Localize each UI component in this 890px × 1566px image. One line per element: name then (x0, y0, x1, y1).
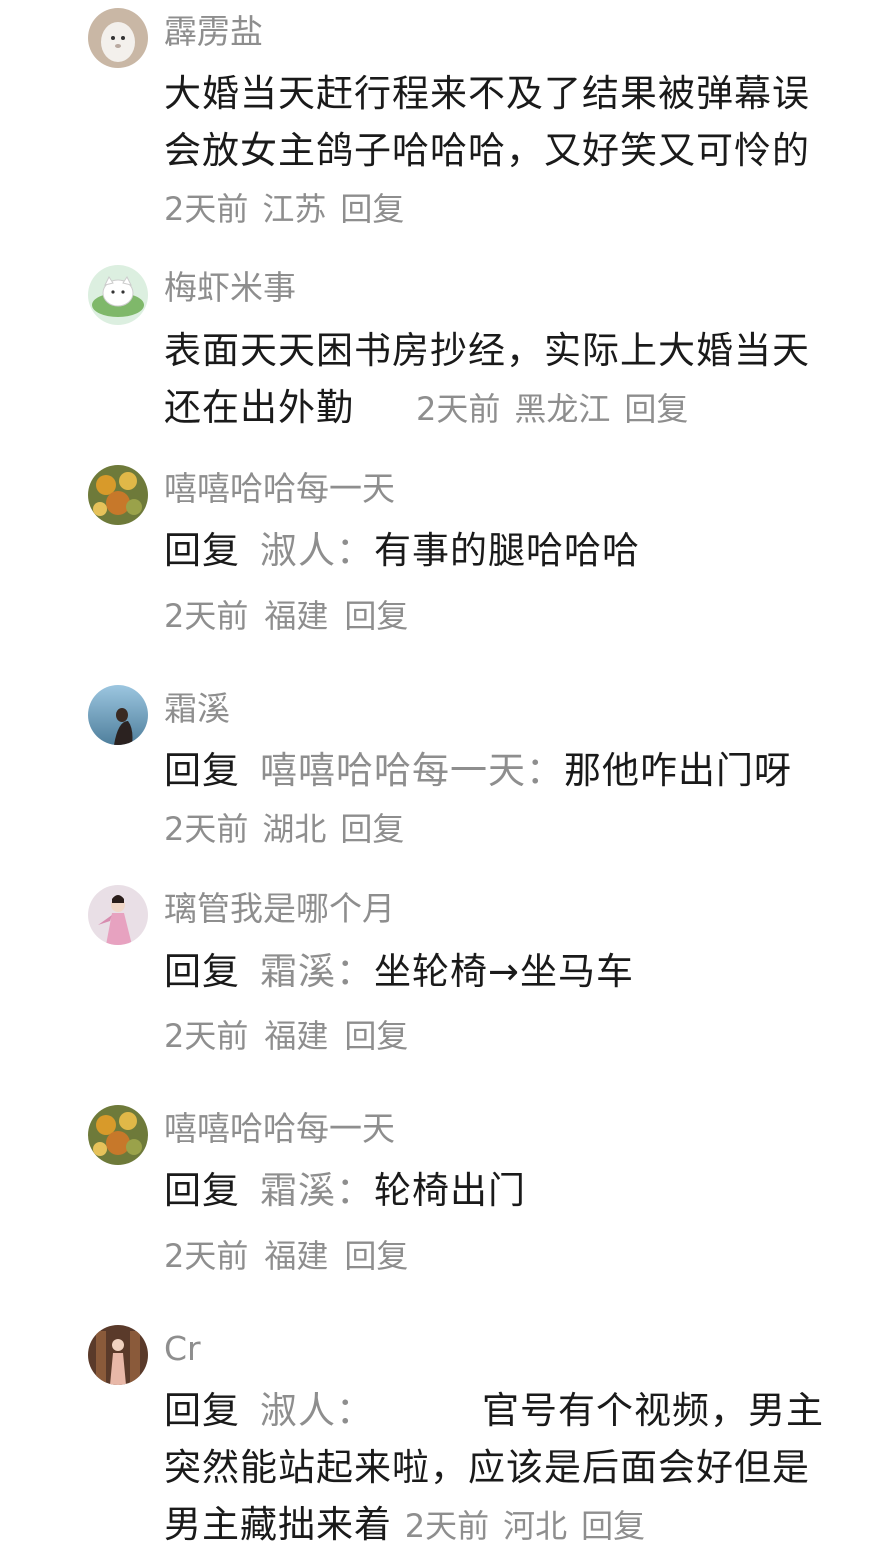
comment-time: 2天前 (164, 1237, 249, 1275)
comment-text: 有事的腿哈哈哈 (374, 529, 640, 572)
comment-time: 2天前 (164, 1017, 249, 1055)
comment-text: 轮椅出门 (374, 1169, 526, 1212)
reply-target[interactable]: 霜溪： (260, 1169, 374, 1212)
comment-username[interactable]: Cr (164, 1329, 201, 1369)
reply-prefix: 回复 (164, 1169, 240, 1212)
comment-username[interactable]: 嘻嘻哈哈每一天 (164, 1109, 395, 1149)
reply-button[interactable]: 回复 (581, 1507, 645, 1545)
comment-body: 大婚当天赶行程来不及了结果被弹幕误会放女主鸽子哈哈哈，又好笑又可怜的 2天前 江苏… (164, 65, 844, 238)
reply-target[interactable]: 霜溪： (260, 950, 374, 993)
comment-time: 2天前 (416, 390, 501, 428)
hanfu-girl-avatar-icon[interactable] (88, 885, 148, 945)
reply-prefix: 回复 (164, 749, 240, 792)
comment-text: 坐轮椅→坐马车 (374, 950, 635, 993)
comment-location: 福建 (264, 597, 329, 635)
comment-text: 大婚当天赶行程来不及了结果被弹幕误会放女主鸽子哈哈哈，又好笑又可怜的 (164, 72, 810, 172)
comment-body: 表面天天困书房抄经，实际上大婚当天还在出外勤 2天前 黑龙江 回复 (164, 322, 844, 438)
reply-prefix: 回复 (164, 1389, 240, 1432)
comment-time: 2天前 (164, 190, 249, 228)
reply-button[interactable]: 回复 (344, 1017, 408, 1055)
reply-prefix: 回复 (164, 950, 240, 993)
girl-by-sea-avatar-icon[interactable] (88, 685, 148, 745)
reply-button[interactable]: 回复 (624, 390, 688, 428)
cat-on-leaf-avatar-icon[interactable] (88, 265, 148, 325)
comment-body: 回复 霜溪：坐轮椅→坐马车 (164, 943, 844, 1000)
comment-text: 那他咋出门呀 (564, 749, 792, 792)
comment-location: 黑龙江 (514, 390, 611, 428)
reply-button[interactable]: 回复 (344, 597, 408, 635)
reply-target[interactable]: 嘻嘻哈哈每一天： (260, 749, 564, 792)
comment-username[interactable]: 霹雳盐 (164, 12, 263, 52)
comment-body: 回复 淑人：有事的腿哈哈哈 (164, 522, 844, 579)
comment-body: 回复 嘻嘻哈哈每一天：那他咋出门呀 2天前 湖北 回复 (164, 742, 844, 858)
reply-prefix: 回复 (164, 529, 240, 572)
comment-time: 2天前 (164, 810, 249, 848)
comment-meta: 2天前 福建 回复 (164, 1236, 424, 1276)
reply-button[interactable]: 回复 (340, 810, 404, 848)
comment-body: 回复 霜溪：轮椅出门 (164, 1162, 844, 1219)
comment-username[interactable]: 璃管我是哪个月 (164, 889, 395, 929)
autumn-leaves-avatar-icon[interactable] (88, 465, 148, 525)
comment-location: 福建 (264, 1017, 329, 1055)
comment-time: 2天前 (164, 597, 249, 635)
reply-button[interactable]: 回复 (344, 1237, 408, 1275)
comment-location: 河北 (503, 1507, 568, 1545)
comment-meta: 2天前 福建 回复 (164, 1016, 424, 1056)
reply-target[interactable]: 淑人： (260, 529, 374, 572)
autumn-leaves-avatar-icon[interactable] (88, 1105, 148, 1165)
comment-location: 湖北 (262, 810, 327, 848)
reply-button[interactable]: 回复 (340, 190, 404, 228)
costume-figure-avatar-icon[interactable] (88, 1325, 148, 1385)
comment-username[interactable]: 霜溪 (164, 689, 230, 729)
reply-target[interactable]: 淑人： (260, 1389, 374, 1432)
ghost-avatar-icon[interactable] (88, 8, 148, 68)
comment-body: 回复 淑人： 官号有个视频，男主突然能站起来啦，应该是后面会好但是男主藏拙来着 2天… (164, 1382, 844, 1555)
comment-time: 2天前 (404, 1507, 490, 1545)
comment-location: 福建 (264, 1237, 329, 1275)
comment-username[interactable]: 梅虾米事 (164, 268, 296, 308)
comment-meta: 2天前 福建 回复 (164, 596, 424, 636)
comment-username[interactable]: 嘻嘻哈哈每一天 (164, 469, 395, 509)
comment-location: 江苏 (262, 190, 327, 228)
